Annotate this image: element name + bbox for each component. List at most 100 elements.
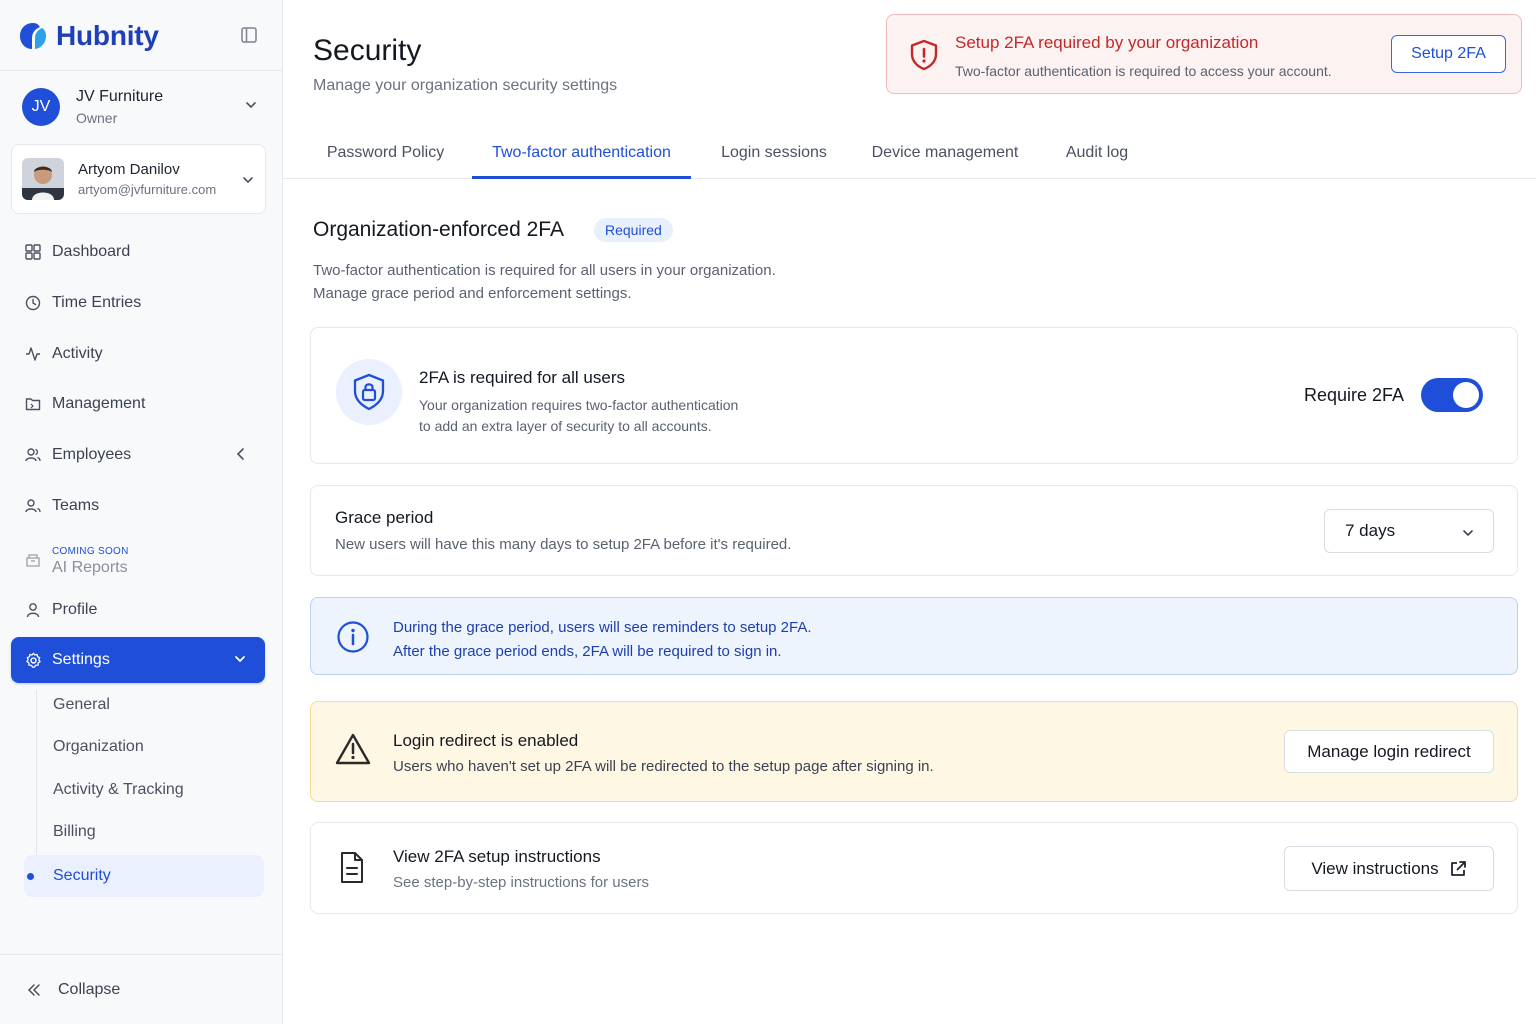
chevron-down-icon xyxy=(1463,530,1473,537)
page-title: Security xyxy=(313,34,422,67)
chevron-down-icon xyxy=(235,656,245,663)
login-redirect-description: Users who haven't set up 2FA will be red… xyxy=(393,758,934,775)
sidebar-item-label: Teams xyxy=(52,497,100,514)
users-icon xyxy=(24,446,42,464)
page-subtitle: Manage your organization security settin… xyxy=(313,77,618,94)
sidebar-item-management[interactable]: Management xyxy=(11,381,265,427)
chevron-down-icon xyxy=(243,177,253,184)
org-role: Owner xyxy=(76,110,118,126)
user-email: artyom@jvfurniture.com xyxy=(78,182,217,197)
setup-2fa-button[interactable]: Setup 2FA xyxy=(1391,35,1506,73)
security-tabs: Password Policy Two-factor authenticatio… xyxy=(283,136,1536,179)
gear-icon xyxy=(24,651,42,669)
user-icon xyxy=(24,601,42,619)
sidebar-item-settings[interactable]: Settings xyxy=(11,637,265,683)
sidebar-item-profile[interactable]: Profile xyxy=(11,587,265,633)
sidebar-item-label: Activity xyxy=(52,345,103,362)
shield-lock-icon xyxy=(336,359,402,425)
warning-icon xyxy=(335,733,371,765)
require-2fa-toggle[interactable] xyxy=(1421,378,1483,412)
clock-icon xyxy=(24,294,42,312)
sidebar-item-label: Profile xyxy=(52,601,98,618)
collapse-button[interactable]: Collapse xyxy=(26,976,120,1004)
setup-instructions-card: View 2FA setup instructions See step-by-… xyxy=(310,822,1518,914)
team-icon xyxy=(24,497,42,515)
hubnity-logo-icon xyxy=(20,23,46,49)
double-chevron-left-icon xyxy=(27,984,40,996)
user-switcher[interactable]: Artyom Danilov artyom@jvfurniture.com xyxy=(11,144,266,214)
alert-title: Setup 2FA required by your organization xyxy=(955,33,1259,52)
button-label: Manage login redirect xyxy=(1307,741,1471,761)
info-icon xyxy=(337,621,369,653)
info-text: During the grace period, users will see … xyxy=(393,616,812,664)
grace-period-value: 7 days xyxy=(1345,521,1396,540)
sidebar-item-employees[interactable]: Employees xyxy=(11,432,265,478)
require-2fa-card: 2FA is required for all users Your organ… xyxy=(310,327,1518,464)
sidebar-subitem-organization[interactable]: Organization xyxy=(24,726,264,768)
sidebar-subitem-general[interactable]: General xyxy=(24,684,264,726)
grace-period-info: During the grace period, users will see … xyxy=(310,597,1518,675)
brand-name: Hubnity xyxy=(56,20,159,51)
manage-login-redirect-button[interactable]: Manage login redirect xyxy=(1284,730,1494,773)
reports-icon xyxy=(24,551,42,569)
grace-period-description: New users will have this many days to se… xyxy=(335,536,792,553)
document-icon xyxy=(341,852,363,883)
section-description-line: Two-factor authentication is required fo… xyxy=(313,262,776,279)
main-content: Security Manage your organization securi… xyxy=(283,0,1536,1024)
activity-icon xyxy=(24,345,42,363)
sidebar-item-teams[interactable]: Teams xyxy=(11,483,265,529)
setup-2fa-alert: Setup 2FA required by your organization … xyxy=(886,14,1522,94)
grace-period-title: Grace period xyxy=(335,508,434,527)
info-line: After the grace period ends, 2FA will be… xyxy=(393,643,782,660)
require-2fa-title: 2FA is required for all users xyxy=(419,368,625,387)
setup-instructions-description: See step-by-step instructions for users xyxy=(393,874,649,891)
sidebar-divider xyxy=(0,70,282,71)
button-label: View instructions xyxy=(1311,858,1439,878)
sidebar-item-label: Dashboard xyxy=(52,243,131,260)
sidebar-item-time-entries[interactable]: Time Entries xyxy=(11,280,265,326)
coming-soon-badge: COMING SOON xyxy=(52,546,129,557)
tab-password-policy[interactable]: Password Policy xyxy=(313,144,458,179)
collapse-label: Collapse xyxy=(58,981,121,998)
sidebar-item-activity[interactable]: Activity xyxy=(11,331,265,377)
setup-instructions-title: View 2FA setup instructions xyxy=(393,847,601,866)
view-instructions-button[interactable]: View instructions xyxy=(1284,846,1494,891)
require-2fa-toggle-label: Require 2FA xyxy=(1304,385,1405,405)
alert-description: Two-factor authentication is required to… xyxy=(955,63,1332,79)
sidebar-item-label: Time Entries xyxy=(52,294,142,311)
sidebar-item-ai-reports: COMING SOON AI Reports xyxy=(11,537,265,583)
org-switcher[interactable]: JV JV Furniture Owner xyxy=(22,84,262,130)
folder-icon xyxy=(24,395,42,413)
chevron-left-icon xyxy=(236,448,244,460)
grace-period-card: Grace period New users will have this ma… xyxy=(310,485,1518,576)
sidebar-toggle-icon[interactable] xyxy=(240,26,258,44)
grace-period-select[interactable]: 7 days xyxy=(1324,509,1494,553)
login-redirect-title: Login redirect is enabled xyxy=(393,731,579,750)
sidebar-subitem-billing[interactable]: Billing xyxy=(24,811,264,853)
user-name: Artyom Danilov xyxy=(78,161,180,178)
section-title: Organization-enforced 2FA xyxy=(313,218,564,241)
tab-two-factor-authentication[interactable]: Two-factor authentication xyxy=(472,144,691,179)
sidebar-item-label: Employees xyxy=(52,446,132,463)
tab-device-management[interactable]: Device management xyxy=(865,144,1025,179)
dashboard-icon xyxy=(24,243,42,261)
description-line: Your organization requires two-factor au… xyxy=(419,397,739,413)
external-link-icon xyxy=(1450,860,1466,876)
info-line: During the grace period, users will see … xyxy=(393,619,812,636)
section-description-line: Manage grace period and enforcement sett… xyxy=(313,285,632,302)
sidebar-item-dashboard[interactable]: Dashboard xyxy=(11,229,265,275)
sidebar-divider xyxy=(0,954,282,955)
require-2fa-description: Your organization requires two-factor au… xyxy=(419,395,779,437)
sidebar-subitem-security[interactable]: Security xyxy=(24,855,264,897)
tab-audit-log[interactable]: Audit log xyxy=(1057,144,1137,179)
section-description: Two-factor authentication is required fo… xyxy=(313,259,776,305)
sidebar-item-label: Settings xyxy=(52,651,110,668)
login-redirect-notice: Login redirect is enabled Users who have… xyxy=(310,701,1518,802)
status-badge: Required xyxy=(594,218,673,242)
brand-logo[interactable]: Hubnity xyxy=(18,18,159,54)
org-avatar: JV xyxy=(22,88,60,126)
sidebar-subitem-activity-tracking[interactable]: Activity & Tracking xyxy=(24,769,264,811)
org-name: JV Furniture xyxy=(76,88,164,105)
toggle-knob xyxy=(1453,382,1479,408)
tab-login-sessions[interactable]: Login sessions xyxy=(715,144,833,179)
